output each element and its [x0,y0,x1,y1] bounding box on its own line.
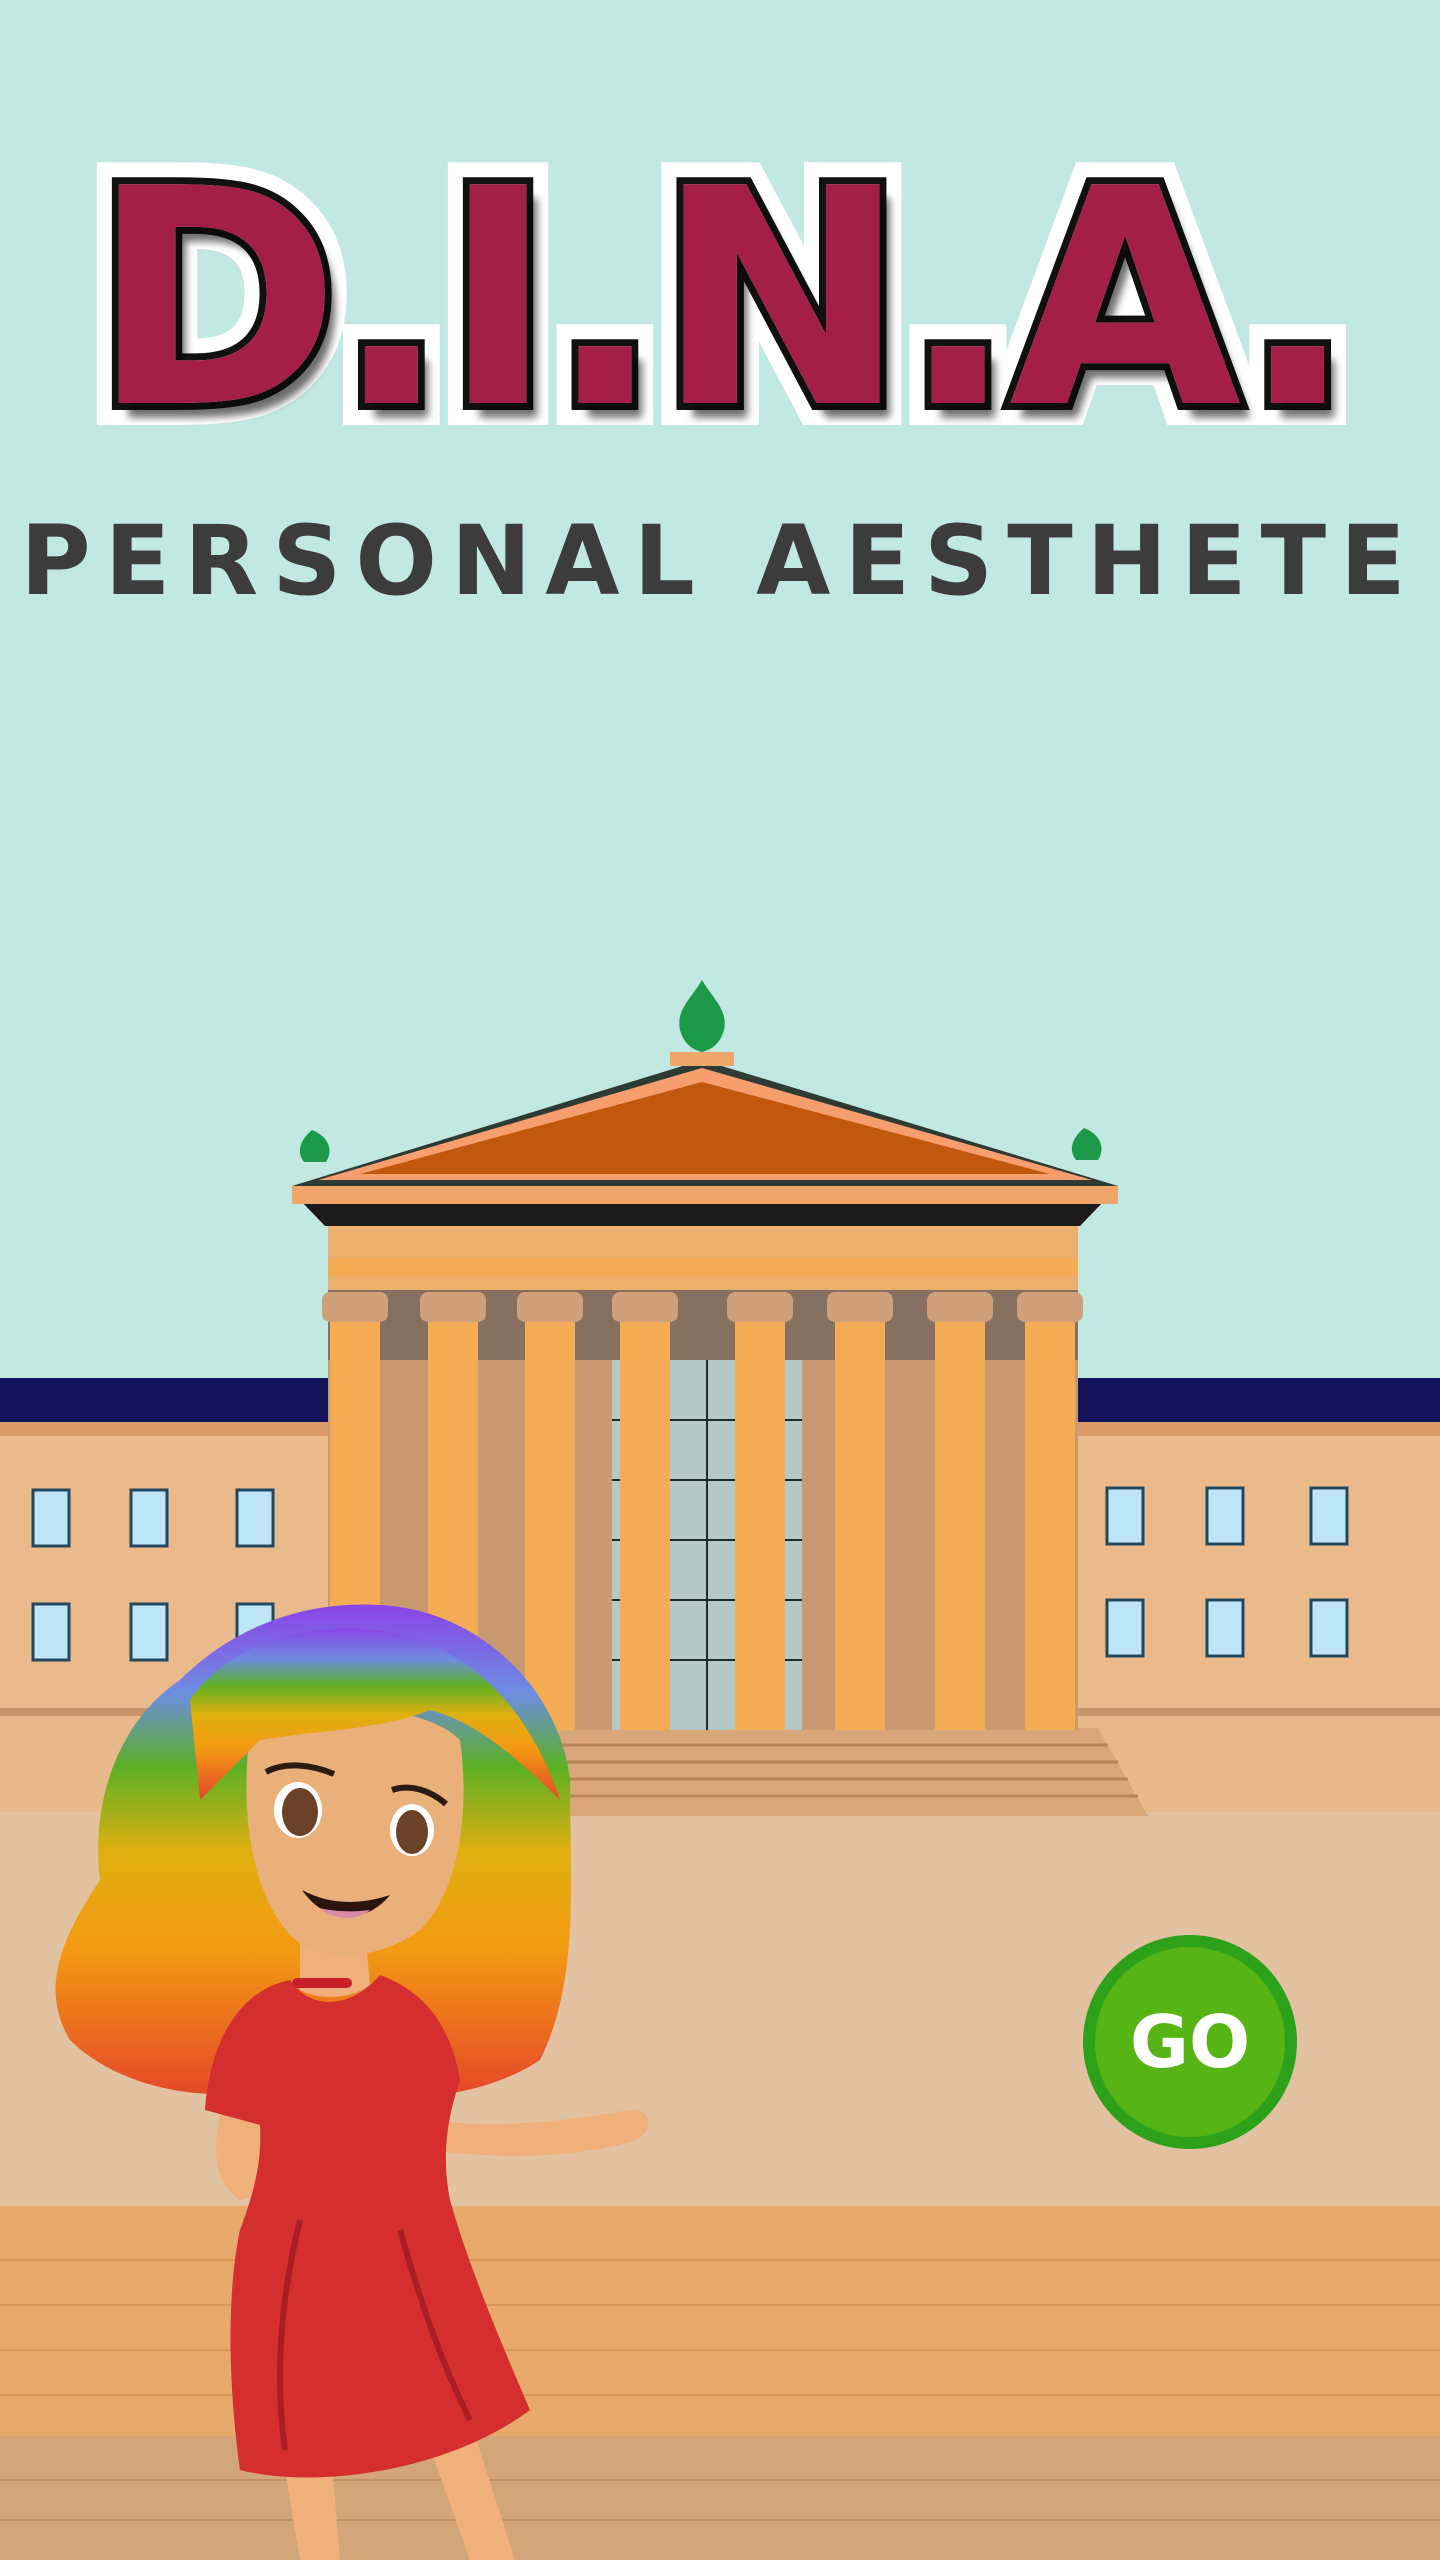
app-subtitle: PERSONAL AESTHETE [20,505,1420,617]
splash-screen: D.I.N.A. D.I.N.A. PERSONAL AESTHETE GO [0,0,1440,2560]
go-button-label: GO [1129,2000,1251,2084]
title-wrap: D.I.N.A. D.I.N.A. [0,128,1440,472]
go-button[interactable]: GO [1083,1935,1297,2149]
logo-text: D.I.N.A. [84,125,1361,474]
app-logo: D.I.N.A. D.I.N.A. [69,128,1376,472]
